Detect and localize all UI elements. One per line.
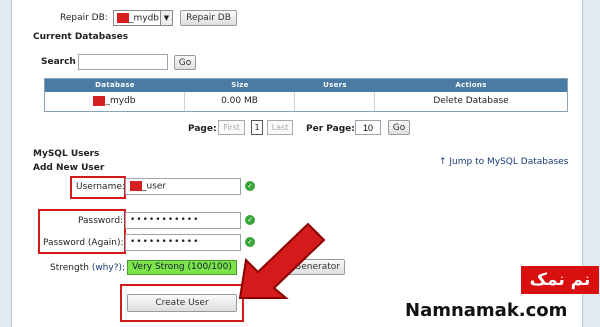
strength-meter: Very Strong (100/100): [127, 260, 237, 275]
column-header-users: Users: [323, 81, 347, 89]
page-label: Page:: [188, 124, 217, 134]
password-field[interactable]: •••••••••••: [125, 212, 241, 229]
search-go-button[interactable]: Go: [174, 55, 196, 70]
username-value: _user: [142, 181, 167, 192]
per-page-label: Per Page:: [306, 124, 355, 134]
left-panel-edge: [0, 0, 12, 327]
repair-db-selected: _mydb: [129, 13, 160, 24]
repair-db-select[interactable]: _mydb ▼: [113, 10, 173, 26]
red-pointer-arrow-icon: [238, 222, 326, 299]
table-row: _mydb 0.00 MB Delete Database: [45, 92, 567, 111]
username-label: Username:: [76, 182, 125, 192]
column-header-database[interactable]: Database: [45, 79, 185, 92]
redacted-prefix: [93, 95, 106, 106]
username-field[interactable]: _user: [125, 178, 241, 195]
cell-size: 0.00 MB: [185, 92, 295, 111]
column-header-size[interactable]: Size: [185, 79, 295, 92]
cell-users: [295, 92, 375, 111]
search-label: Search: [41, 57, 76, 67]
check-circle-icon: ✓: [245, 181, 255, 191]
search-input[interactable]: [78, 54, 168, 70]
redacted-prefix: [130, 181, 142, 191]
strength-colon: :: [122, 263, 126, 273]
table-header: Database Size Users Actions: [45, 79, 567, 92]
password-again-field[interactable]: •••••••••••: [125, 234, 241, 251]
delete-database-link[interactable]: Delete Database: [375, 92, 567, 111]
jump-to-databases-link[interactable]: ↑ Jump to MySQL Databases: [439, 157, 568, 167]
cpanel-mysql-page: Repair DB: _mydb ▼ Repair DB Current Dat…: [0, 0, 600, 327]
per-page-input[interactable]: [355, 120, 381, 135]
current-databases-heading: Current Databases: [33, 32, 129, 42]
per-page-go-button[interactable]: Go: [388, 120, 410, 135]
strength-label: Strength (why?):: [50, 263, 125, 273]
password-label: Password:: [78, 216, 124, 226]
strength-text: Strength: [50, 263, 89, 273]
pager-current-page[interactable]: 1: [251, 120, 263, 135]
password-again-label: Password (Again):: [43, 238, 124, 248]
pager-first-button[interactable]: First: [218, 120, 245, 135]
chevron-down-icon[interactable]: ▼: [160, 11, 172, 25]
mysql-users-heading: MySQL Users: [33, 149, 100, 159]
column-header-actions: Actions: [455, 81, 487, 89]
pager-last-button[interactable]: Last: [267, 120, 293, 135]
cell-database: _mydb: [45, 92, 185, 111]
watermark-persian-logo: نم نمک: [521, 266, 599, 294]
create-user-button[interactable]: Create User: [127, 294, 237, 312]
repair-db-button[interactable]: Repair DB: [180, 10, 237, 26]
repair-db-label: Repair DB:: [60, 13, 108, 23]
watermark-english-logo: Namnamak.com: [405, 300, 568, 321]
database-name: _mydb: [105, 96, 136, 106]
strength-why-link[interactable]: (why?): [92, 263, 122, 273]
redacted-prefix: [117, 13, 129, 23]
add-new-user-heading: Add New User: [33, 163, 105, 173]
databases-table: Database Size Users Actions _mydb 0.00 M…: [44, 78, 568, 112]
